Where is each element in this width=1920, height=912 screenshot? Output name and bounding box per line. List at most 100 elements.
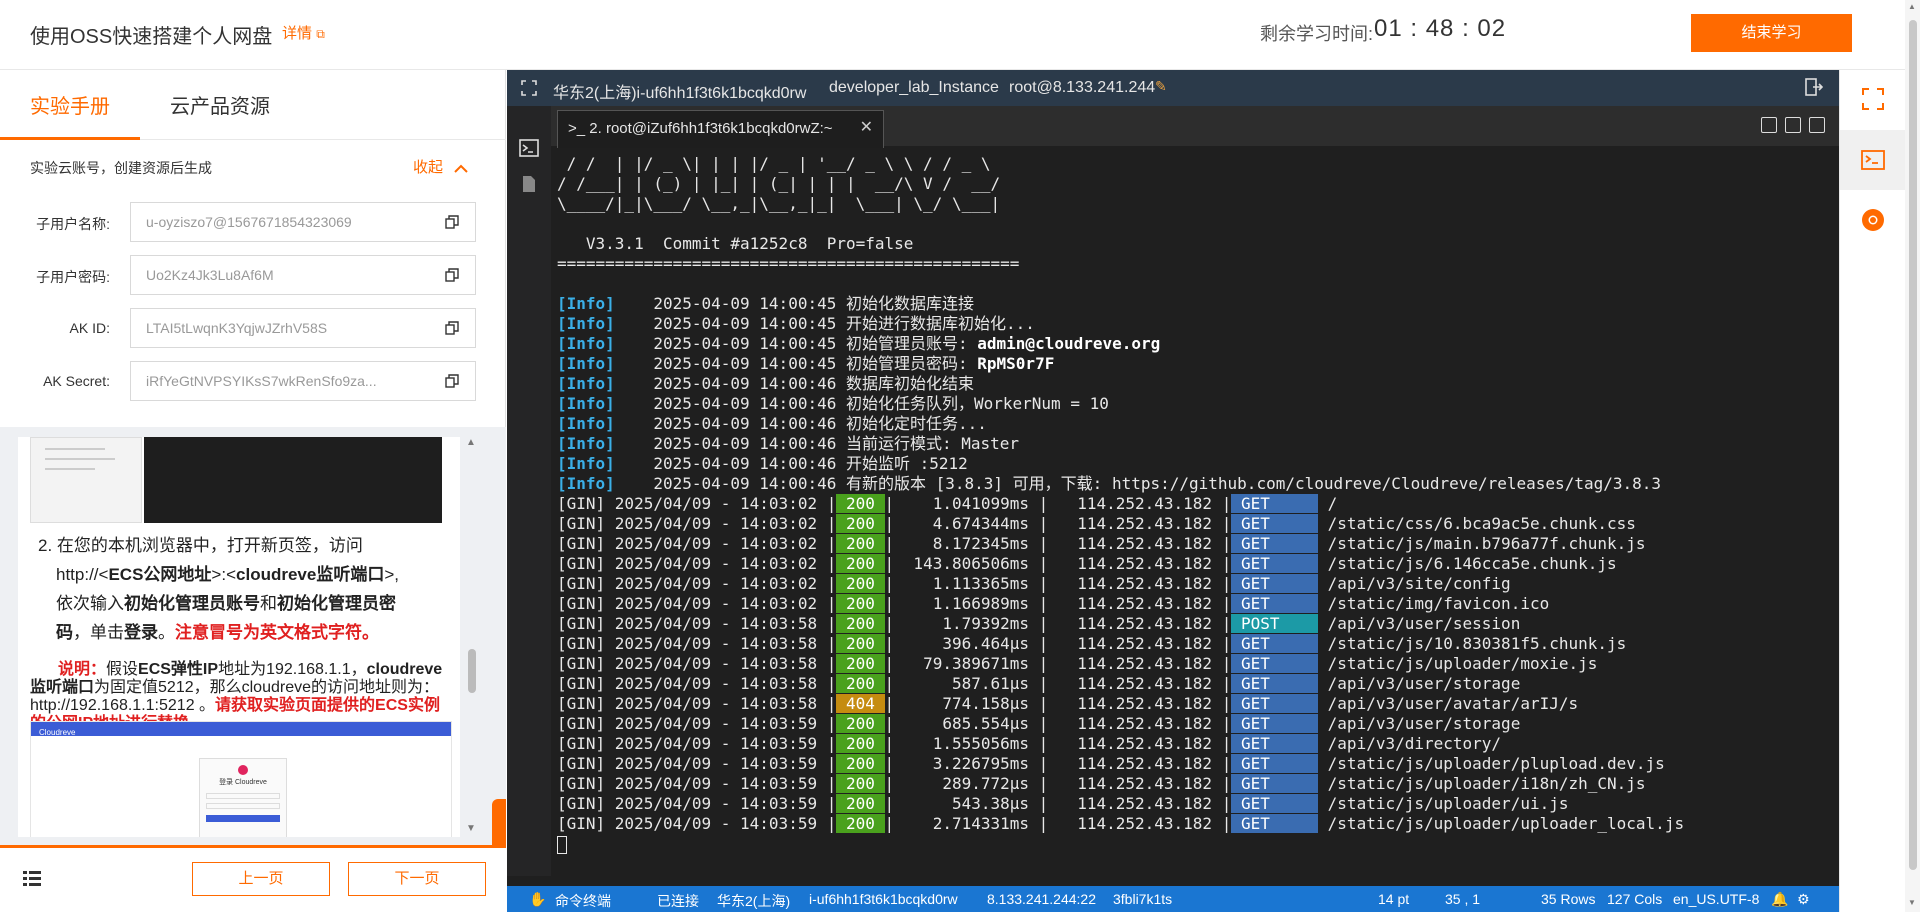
file-icon[interactable] bbox=[519, 174, 539, 194]
copy-icon[interactable] bbox=[445, 215, 459, 229]
terminal-tool-column bbox=[507, 106, 551, 876]
split-vertical-icon[interactable] bbox=[1785, 117, 1801, 133]
gin-latency: | 587.61µs | bbox=[884, 674, 1049, 693]
screenshot-thumbnail bbox=[30, 437, 142, 523]
close-tab-icon[interactable]: ✕ bbox=[860, 117, 873, 137]
time-remaining-label: 剩余学习时间: bbox=[1260, 24, 1374, 44]
ak-id-value: LTAI5tLwqnK3YqjwJZrhV58S bbox=[146, 320, 328, 336]
sub-user-password-field[interactable]: Uo2Kz4Jk3Lu8Af6M bbox=[130, 255, 476, 295]
exit-icon[interactable] bbox=[1805, 78, 1823, 96]
gin-path: /static/js/uploader/plupload.dev.js bbox=[1318, 754, 1665, 773]
log-time: 2025-04-09 14:00:46 bbox=[614, 454, 846, 473]
new-tab-icon[interactable] bbox=[1761, 117, 1777, 133]
scroll-up-icon[interactable]: ▲ bbox=[466, 437, 476, 448]
scroll-down-icon[interactable]: ▼ bbox=[466, 823, 476, 834]
browser-mode-button[interactable] bbox=[1840, 190, 1906, 250]
gin-latency: | 774.158µs | bbox=[884, 694, 1049, 713]
log-time: 2025-04-09 14:00:46 bbox=[614, 414, 846, 433]
copy-icon[interactable] bbox=[445, 374, 459, 388]
gin-date: 2025/04/09 - 14:03:02 | bbox=[614, 594, 837, 613]
tab-cloud-resources[interactable]: 云产品资源 bbox=[170, 90, 270, 119]
previous-page-button[interactable]: 上一页 bbox=[192, 862, 330, 896]
edit-icon[interactable]: ✎ bbox=[1155, 78, 1167, 95]
gin-prefix: [GIN] bbox=[557, 574, 615, 593]
gin-prefix: [GIN] bbox=[557, 594, 615, 613]
gin-method: GET bbox=[1231, 794, 1319, 813]
terminal-gin-line: [GIN] 2025/04/09 - 14:03:59 | 200 | 2.71… bbox=[557, 814, 1839, 834]
page-scroll-down-icon[interactable]: ▼ bbox=[1908, 898, 1916, 907]
terminal-info-line: [Info] 2025-04-09 14:00:45 初始管理员账号: admi… bbox=[557, 334, 1839, 354]
log-tag: [Info] bbox=[557, 414, 615, 433]
document-page: 2. 在您的本机浏览器中，打开新页签，访问 http://<ECS公网地址>:<… bbox=[18, 437, 460, 837]
gin-latency: | 1.555056ms | bbox=[884, 734, 1049, 753]
terminal-gin-line: [GIN] 2025/04/09 - 14:03:02 | 200 | 1.16… bbox=[557, 594, 1839, 614]
end-study-button[interactable]: 结束学习 bbox=[1691, 14, 1852, 52]
terminal-tab-bar: >_ 2. root@iZuf6hh1f3t6k1bcqkd0rwZ:~ ✕ bbox=[551, 106, 1839, 148]
log-tag: [Info] bbox=[557, 454, 615, 473]
terminal-gin-line: [GIN] 2025/04/09 - 14:03:58 | 200 | 79.3… bbox=[557, 654, 1839, 674]
gin-ip: 114.252.43.182 | bbox=[1048, 634, 1232, 653]
page-scrollbar[interactable]: ▲ ▼ bbox=[1905, 0, 1920, 912]
gin-method: GET bbox=[1231, 534, 1319, 553]
notification-bell-icon[interactable]: 🔔 bbox=[1771, 891, 1788, 908]
log-tag: [Info] bbox=[557, 294, 615, 313]
gin-method: GET bbox=[1231, 734, 1319, 753]
lab-document-viewer[interactable]: 2. 在您的本机浏览器中，打开新页签，访问 http://<ECS公网地址>:<… bbox=[0, 427, 506, 899]
gin-status: 200 bbox=[836, 514, 885, 533]
gin-path: /api/v3/user/avatar/arIJ/s bbox=[1318, 694, 1579, 713]
detail-link[interactable]: 详情 ⧉ bbox=[282, 22, 325, 43]
copy-icon[interactable] bbox=[445, 268, 459, 282]
terminal-info-line: [Info] 2025-04-09 14:00:46 初始化任务队列，Worke… bbox=[557, 394, 1839, 414]
ak-id-field[interactable]: LTAI5tLwqnK3YqjwJZrhV58S bbox=[130, 308, 476, 348]
page-scroll-up-icon[interactable]: ▲ bbox=[1908, 2, 1916, 11]
gin-prefix: [GIN] bbox=[557, 694, 615, 713]
gin-status: 404 bbox=[836, 694, 885, 713]
ak-secret-field[interactable]: iRfYeGtNVPSYIKsS7wkRenSfo9za... bbox=[130, 361, 476, 401]
terminal-output[interactable]: / / | |/ _ \| | | |/ _ | '__/ _ \ \ / / … bbox=[557, 154, 1839, 862]
status-encoding[interactable]: en_US.UTF-8 bbox=[1673, 891, 1759, 907]
sub-user-name-field[interactable]: u-oyziszo7@1567671854323069 bbox=[130, 202, 476, 242]
terminal-info-line: [Info] 2025-04-09 14:00:46 有新的版本 [3.8.3]… bbox=[557, 474, 1839, 494]
document-scrollbar[interactable]: ▲ ▼ bbox=[466, 437, 480, 837]
terminal-session-tab[interactable]: >_ 2. root@iZuf6hh1f3t6k1bcqkd0rwZ:~ ✕ bbox=[557, 110, 884, 148]
catalog-menu-icon[interactable] bbox=[22, 868, 42, 888]
tab-lab-manual[interactable]: 实验手册 bbox=[30, 90, 110, 119]
settings-gear-icon[interactable]: ⚙ bbox=[1797, 891, 1810, 908]
log-time: 2025-04-09 14:00:46 bbox=[614, 434, 846, 453]
gin-status: 200 bbox=[836, 534, 885, 553]
terminal-banner-line bbox=[557, 274, 1839, 294]
gin-method: GET bbox=[1231, 774, 1319, 793]
log-message: 初始化任务队列，WorkerNum = 10 bbox=[845, 394, 1109, 413]
log-time: 2025-04-09 14:00:46 bbox=[614, 374, 846, 393]
terminal-info-line: [Info] 2025-04-09 14:00:46 数据库初始化结束 bbox=[557, 374, 1839, 394]
terminal-icon[interactable] bbox=[519, 138, 539, 158]
gin-prefix: [GIN] bbox=[557, 794, 615, 813]
gin-path: /api/v3/user/storage bbox=[1318, 674, 1521, 693]
gin-status: 200 bbox=[836, 574, 885, 593]
document-scroll-thumb[interactable] bbox=[468, 649, 476, 693]
copy-icon[interactable] bbox=[445, 321, 459, 335]
gin-method: GET bbox=[1231, 574, 1319, 593]
gin-path: /api/v3/user/session bbox=[1318, 614, 1521, 633]
terminal-mode-button[interactable] bbox=[1840, 130, 1906, 190]
fullscreen-icon[interactable] bbox=[521, 80, 537, 96]
gin-status: 200 bbox=[836, 494, 885, 513]
gin-ip: 114.252.43.182 | bbox=[1048, 794, 1232, 813]
ak-secret-label: AK Secret: bbox=[43, 373, 110, 389]
sub-user-password-value: Uo2Kz4Jk3Lu8Af6M bbox=[146, 267, 274, 283]
gin-date: 2025/04/09 - 14:03:59 | bbox=[614, 734, 837, 753]
gin-ip: 114.252.43.182 | bbox=[1048, 654, 1232, 673]
next-page-button[interactable]: 下一页 bbox=[348, 862, 486, 896]
gin-date: 2025/04/09 - 14:03:02 | bbox=[614, 574, 837, 593]
split-horizontal-icon[interactable] bbox=[1809, 117, 1825, 133]
gin-latency: | 396.464µs | bbox=[884, 634, 1049, 653]
collapse-button[interactable]: 收起 bbox=[413, 156, 469, 177]
gin-method: GET bbox=[1231, 634, 1319, 653]
status-font-size[interactable]: 14 pt bbox=[1378, 891, 1409, 907]
gin-status: 200 bbox=[836, 794, 885, 813]
page-scroll-thumb[interactable] bbox=[1909, 20, 1917, 870]
terminal-gin-line: [GIN] 2025/04/09 - 14:03:02 | 200 | 4.67… bbox=[557, 514, 1839, 534]
expand-icon-button[interactable] bbox=[1840, 70, 1906, 130]
external-link-icon: ⧉ bbox=[316, 27, 325, 41]
gin-date: 2025/04/09 - 14:03:59 | bbox=[614, 794, 837, 813]
